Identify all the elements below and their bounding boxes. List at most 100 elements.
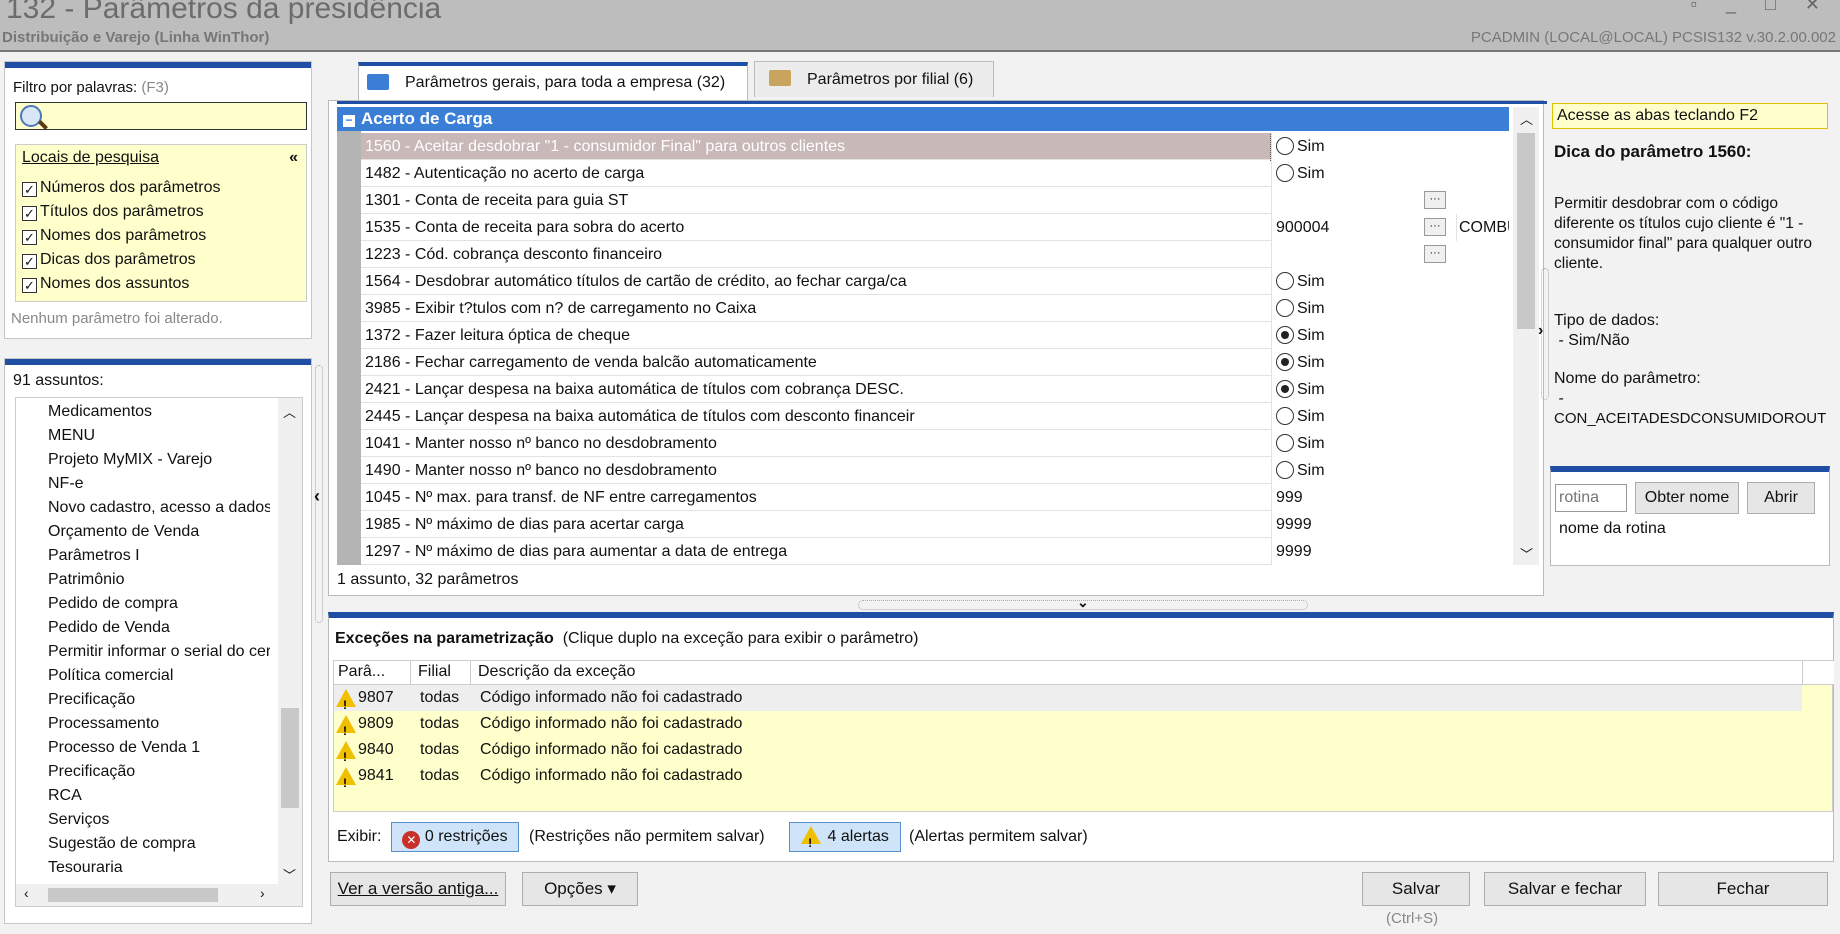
locais-option[interactable]: ✓ Nomes dos parâmetros — [22, 227, 221, 251]
param-value[interactable]: 999 — [1276, 484, 1303, 511]
checkbox-checked-icon[interactable]: ✓ — [22, 254, 37, 269]
subject-item[interactable]: Parâmetros I — [48, 544, 270, 568]
ellipsis-button[interactable]: ··· — [1424, 218, 1446, 236]
radio-sim[interactable]: Sim — [1276, 295, 1325, 322]
checkbox-checked-icon[interactable]: ✓ — [22, 278, 37, 293]
radio-sim[interactable]: Sim — [1276, 268, 1325, 295]
locais-option[interactable]: ✓ Títulos dos parâmetros — [22, 203, 221, 227]
subject-item[interactable]: Medicamentos — [48, 400, 270, 424]
param-row[interactable]: 1372 - Fazer leitura óptica de cheque Sim… — [361, 322, 1509, 349]
subject-item[interactable]: Permitir informar o serial do cert — [48, 640, 270, 664]
abrir-button[interactable]: Abrir — [1747, 482, 1815, 514]
subject-item[interactable]: Pedido de compra — [48, 592, 270, 616]
grid-scrollbar[interactable]: ︿ ﹀ — [1513, 107, 1539, 565]
param-row[interactable]: 1535 - Conta de receita para sobra do ac… — [361, 214, 1509, 241]
param-row[interactable]: 1985 - Nº máximo de dias para acertar ca… — [361, 511, 1509, 538]
param-row[interactable]: 1041 - Manter nosso nº banco no desdobra… — [361, 430, 1509, 457]
radio-sim[interactable]: Sim — [1276, 349, 1325, 376]
param-value[interactable]: 9999 — [1276, 511, 1312, 538]
radio-sim[interactable]: Sim — [1276, 322, 1325, 349]
rotina-box: Obter nome Abrir nome da rotina — [1550, 466, 1830, 566]
radio-sim[interactable]: Sim — [1276, 376, 1325, 403]
param-label: 1985 - Nº máximo de dias para acertar ca… — [365, 516, 684, 533]
col-filial[interactable]: Filial — [418, 661, 451, 683]
filter-input[interactable] — [15, 102, 307, 130]
restricoes-button[interactable]: ✕ 0 restrições — [391, 822, 519, 852]
exception-row[interactable]: 9809todasCódigo informado não foi cadast… — [334, 711, 1834, 744]
subject-item[interactable]: Sugestão de compra — [48, 832, 270, 856]
radio-sim[interactable]: Sim — [1276, 430, 1325, 457]
expand-right-icon[interactable]: › — [1538, 322, 1543, 340]
collapse-left-icon[interactable]: ‹ — [314, 486, 320, 507]
subject-item[interactable]: Política comercial — [48, 664, 270, 688]
param-row[interactable]: 2445 - Lançar despesa na baixa automátic… — [361, 403, 1509, 430]
param-value[interactable]: 9999 — [1276, 538, 1312, 565]
subject-item[interactable]: RCA — [48, 784, 270, 808]
ellipsis-button[interactable]: ··· — [1424, 191, 1446, 209]
subject-item[interactable]: Projeto MyMIX - Varejo — [48, 448, 270, 472]
param-row[interactable]: 1564 - Desdobrar automático títulos de c… — [361, 268, 1509, 295]
tab-filial[interactable]: Parâmetros por filial (6) — [754, 61, 994, 97]
subject-item[interactable]: Pedido de Venda — [48, 616, 270, 640]
subject-item[interactable]: Serviços — [48, 808, 270, 832]
param-row[interactable]: 2186 - Fechar carregamento de venda balc… — [361, 349, 1509, 376]
param-row[interactable]: 1297 - Nº máximo de dias para aumentar a… — [361, 538, 1509, 565]
collapse-icon[interactable]: « — [289, 149, 298, 167]
locais-option[interactable]: ✓ Números dos parâmetros — [22, 179, 221, 203]
checkbox-checked-icon[interactable]: ✓ — [22, 206, 37, 221]
lookup-value[interactable]: 900004 — [1276, 214, 1329, 241]
subject-item[interactable]: Patrimônio — [48, 568, 270, 592]
checkbox-checked-icon[interactable]: ✓ — [22, 230, 37, 245]
alertas-button[interactable]: 4 alertas — [789, 822, 901, 857]
param-row[interactable]: 1482 - Autenticação no acerto de carga Si… — [361, 160, 1509, 187]
param-row[interactable]: 3985 - Exibir t?tulos com n? de carregam… — [361, 295, 1509, 322]
rotina-input[interactable] — [1555, 484, 1627, 512]
collapse-bottom-icon[interactable]: ⌄ — [1077, 594, 1089, 611]
param-label: 2421 - Lançar despesa na baixa automátic… — [365, 381, 904, 398]
param-row[interactable]: 2421 - Lançar despesa na baixa automátic… — [361, 376, 1509, 403]
exception-row[interactable]: 9807todasCódigo informado não foi cadast… — [334, 685, 1802, 718]
subject-item[interactable]: Precificação — [48, 760, 270, 784]
checkbox-checked-icon[interactable]: ✓ — [22, 182, 37, 197]
locais-option[interactable]: ✓ Nomes dos assuntos — [22, 275, 221, 299]
param-row[interactable]: 1490 - Manter nosso nº banco no desdobra… — [361, 457, 1509, 484]
subject-item[interactable]: Processamento — [48, 712, 270, 736]
param-row[interactable]: 1223 - Cód. cobrança desconto financeiro… — [361, 241, 1509, 268]
col-param[interactable]: Parâ... — [338, 661, 385, 683]
exception-row[interactable]: 9840todasCódigo informado não foi cadast… — [334, 737, 1834, 770]
exceptions-header: Parâ... Filial Descrição da exceção — [334, 661, 1834, 685]
param-row[interactable]: 1560 - Aceitar desdobrar "1 - consumidor… — [361, 133, 1509, 161]
exception-row[interactable]: 9841todasCódigo informado não foi cadast… — [334, 763, 1834, 796]
subject-item[interactable]: Novo cadastro, acesso a dados — [48, 496, 270, 520]
status-text: Nenhum parâmetro foi alterado. — [11, 310, 223, 327]
collapse-group-icon[interactable]: − — [343, 114, 355, 127]
fechar-button[interactable]: Fechar — [1658, 872, 1828, 906]
ellipsis-button[interactable]: ··· — [1424, 245, 1446, 263]
subject-item[interactable]: Tesouraria — [48, 856, 270, 880]
salvar-shortcut: (Ctrl+S) — [1386, 910, 1439, 927]
subject-item[interactable]: MENU — [48, 424, 270, 448]
subject-item[interactable]: Orçamento de Venda — [48, 520, 270, 544]
group-header[interactable]: − Acerto de Carga — [337, 107, 1509, 131]
subjects-hscrollbar[interactable]: ‹ › — [16, 884, 302, 906]
radio-sim[interactable]: Sim — [1276, 403, 1325, 430]
subjects-scrollbar[interactable]: ︿ ﹀ — [278, 398, 302, 886]
window-controls[interactable]: ▫ _ □ ✕ — [1691, 0, 1832, 15]
obter-nome-button[interactable]: Obter nome — [1635, 482, 1739, 514]
salvar-button[interactable]: Salvar — [1362, 872, 1470, 906]
subject-item[interactable]: NF-e — [48, 472, 270, 496]
radio-sim[interactable]: Sim — [1276, 160, 1325, 187]
param-row[interactable]: 1045 - Nº max. para transf. de NF entre … — [361, 484, 1509, 511]
subject-item[interactable]: Precificação — [48, 688, 270, 712]
folder-icon — [769, 70, 791, 86]
locais-option[interactable]: ✓ Dicas dos parâmetros — [22, 251, 221, 275]
opcoes-button[interactable]: Opções ▾ — [522, 872, 638, 906]
versao-antiga-button[interactable]: Ver a versão antiga... — [330, 872, 506, 906]
subject-item[interactable]: Processo de Venda 1 — [48, 736, 270, 760]
salvar-fechar-button[interactable]: Salvar e fechar — [1484, 872, 1646, 906]
tab-gerais[interactable]: Parâmetros gerais, para toda a empresa (… — [358, 62, 748, 100]
col-desc[interactable]: Descrição da exceção — [478, 661, 635, 683]
param-row[interactable]: 1301 - Conta de receita para guia ST ··· — [361, 187, 1509, 214]
radio-sim[interactable]: Sim — [1276, 457, 1325, 484]
radio-sim[interactable]: Sim — [1276, 133, 1325, 160]
